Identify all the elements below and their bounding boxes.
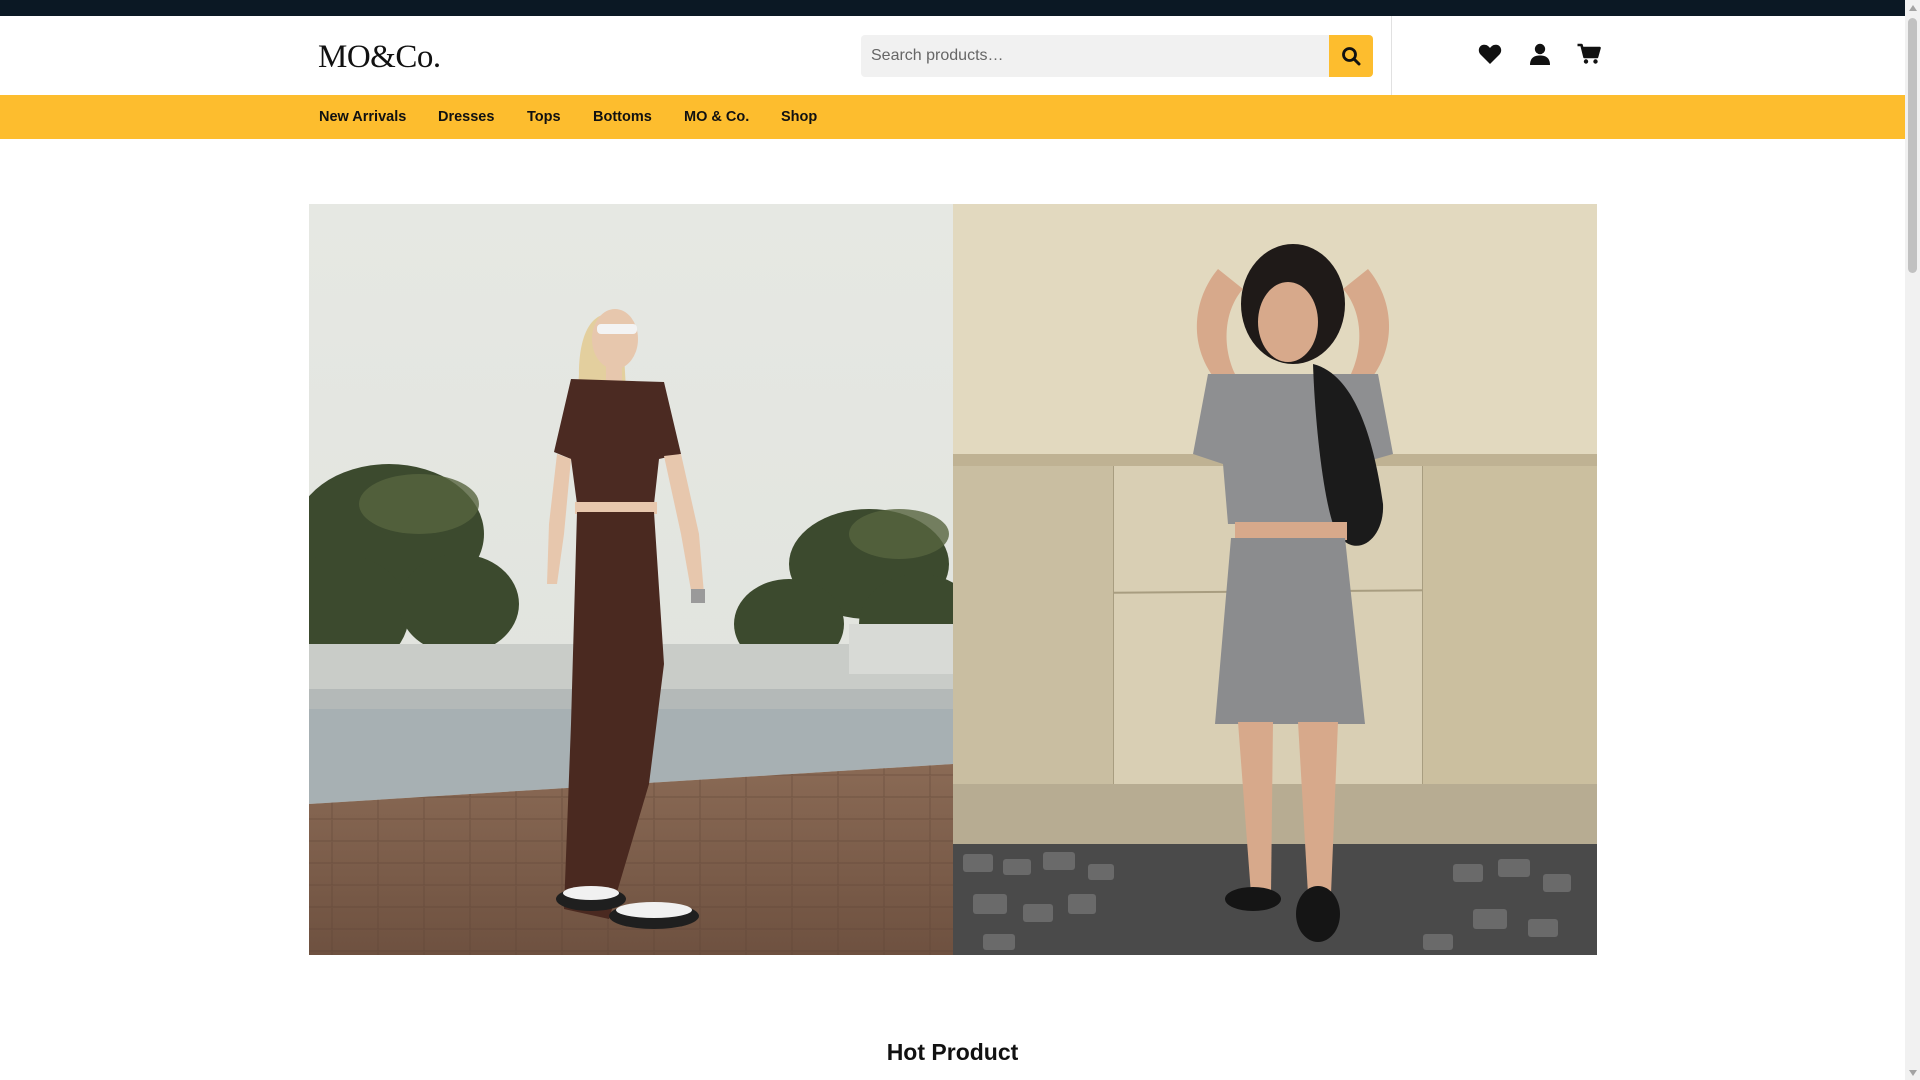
cart-button[interactable] <box>1575 40 1603 68</box>
scroll-up-arrow-icon[interactable] <box>1905 0 1920 15</box>
search-icon <box>1342 47 1361 66</box>
scrollbar-thumb[interactable] <box>1908 18 1917 273</box>
site-header: MO&Co. <box>0 16 1905 95</box>
top-announcement-bar <box>0 0 1905 16</box>
nav-item-mo-and-co[interactable]: MO & Co. <box>684 95 749 139</box>
nav-item-bottoms[interactable]: Bottoms <box>593 95 652 139</box>
scroll-down-arrow-icon[interactable] <box>1905 1065 1920 1080</box>
header-divider <box>1391 16 1392 95</box>
nav-item-tops[interactable]: Tops <box>527 95 561 139</box>
hero-image-right[interactable] <box>953 204 1597 955</box>
user-icon <box>1530 43 1550 65</box>
main-navigation: New Arrivals Dresses Tops Bottoms MO & C… <box>0 95 1905 139</box>
model-grey-knit-set-image <box>953 204 1597 955</box>
heart-icon <box>1478 44 1502 64</box>
cart-icon <box>1577 43 1601 64</box>
page-scrollbar[interactable] <box>1905 0 1920 1080</box>
search-form <box>861 35 1373 77</box>
nav-item-new-arrivals[interactable]: New Arrivals <box>319 95 406 139</box>
hero-image-left[interactable] <box>309 204 953 955</box>
account-button[interactable] <box>1526 40 1554 68</box>
wishlist-button[interactable] <box>1476 40 1504 68</box>
nav-item-dresses[interactable]: Dresses <box>438 95 494 139</box>
nav-item-shop[interactable]: Shop <box>781 95 817 139</box>
model-brown-outfit-image <box>309 204 953 955</box>
hot-product-heading: Hot Product <box>886 1039 1019 1066</box>
brand-logo[interactable]: MO&Co. <box>318 35 441 79</box>
search-button[interactable] <box>1329 35 1373 77</box>
search-input[interactable] <box>861 35 1329 77</box>
hero-banner[interactable] <box>309 204 1597 955</box>
